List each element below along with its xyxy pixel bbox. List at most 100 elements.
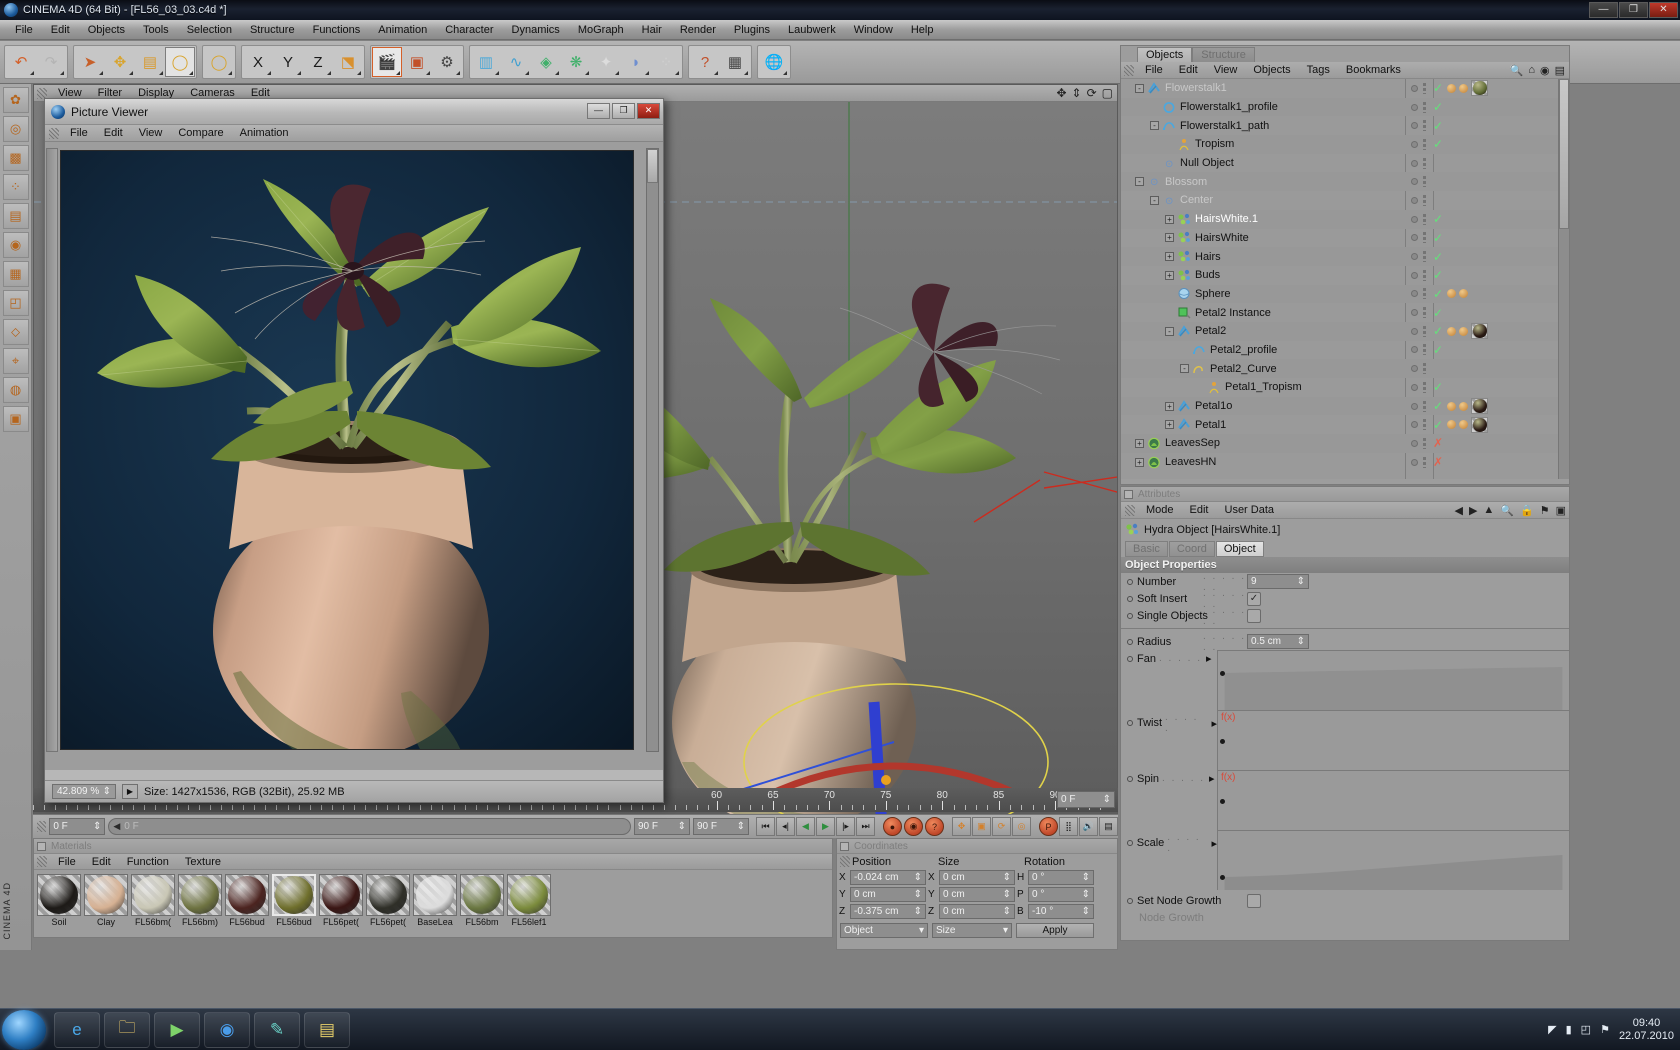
volume-icon[interactable]: ◰ — [1581, 1023, 1591, 1036]
record-icon[interactable]: ● — [883, 817, 902, 836]
timeline-frame-field[interactable]: 0 F ⇕ — [1057, 791, 1115, 808]
material-tag-icon[interactable] — [1471, 398, 1488, 415]
tag-icon[interactable] — [1447, 83, 1456, 93]
viewport-nav-icons[interactable]: ✥ ⇕ ⟳ ▢ — [1056, 86, 1113, 100]
taskbar-media-player-icon[interactable]: ▶ — [154, 1011, 200, 1048]
object-tree-row[interactable]: - Flowerstalk1 ✓ — [1121, 79, 1569, 98]
minimize-button[interactable]: — — [1589, 2, 1618, 18]
tree-expander[interactable]: - — [1150, 121, 1159, 131]
rotation-field[interactable]: 0 ° ⇕ — [1028, 870, 1094, 885]
editor-visibility-dot[interactable] — [1411, 271, 1418, 279]
close-button[interactable]: ✕ — [1649, 2, 1678, 18]
tree-expander[interactable]: - — [1165, 326, 1174, 336]
visibility-dots[interactable] — [1411, 251, 1426, 263]
menu-structure[interactable]: Structure — [241, 21, 304, 39]
visibility-dots[interactable] — [1411, 381, 1426, 393]
materials-grid[interactable]: Soil Clay FL56bm(FL56bm) FL56bud FL56bud FL56… — [34, 870, 832, 931]
menu-mograph[interactable]: MoGraph — [569, 21, 633, 39]
keyframe-selection-icon[interactable]: ? — [925, 817, 944, 836]
play-forward-icon[interactable]: ▶ — [816, 817, 835, 836]
coordinates-panel-toggle[interactable] — [840, 841, 849, 851]
move-view-icon[interactable]: ✥ — [1056, 86, 1066, 100]
visibility-dots[interactable] — [1411, 400, 1426, 412]
material-swatch[interactable] — [178, 874, 222, 916]
attributes-menu-edit[interactable]: Edit — [1182, 504, 1217, 516]
render-visibility-dot[interactable] — [1423, 437, 1426, 449]
menu-file[interactable]: File — [6, 21, 42, 39]
particles-icon[interactable]: ⁘ — [651, 47, 681, 77]
material-item[interactable]: FL56lef1 — [507, 874, 551, 927]
pan-view-icon[interactable]: ⇕ — [1072, 86, 1082, 100]
rotate-icon[interactable]: ◯ — [165, 47, 195, 77]
attr-tab-coord[interactable]: Coord — [1168, 540, 1215, 557]
search-icon[interactable]: 🔍 — [1510, 64, 1524, 77]
spline-icon[interactable]: ∿ — [501, 47, 531, 77]
flag-icon[interactable]: ⚑ — [1600, 1023, 1610, 1036]
show-desktop-icon[interactable]: ◤ — [1548, 1023, 1556, 1036]
object-tree-row[interactable]: - Flowerstalk1_path ✓ — [1121, 116, 1569, 135]
property-checkbox[interactable] — [1247, 608, 1261, 623]
material-item[interactable]: FL56bud — [272, 874, 316, 927]
rotate-view-icon[interactable]: ⟳ — [1087, 86, 1097, 100]
tree-expander[interactable]: + — [1165, 233, 1174, 243]
visibility-dots[interactable] — [1411, 157, 1426, 169]
menu-objects[interactable]: Objects — [79, 21, 134, 39]
picture-viewer-zoom-field[interactable]: 42.809 % ⇕ — [52, 784, 116, 799]
object-tree-scrollbar[interactable] — [1558, 79, 1569, 479]
coord-mode-object[interactable]: Object ▾ — [840, 923, 928, 938]
om-menu-file[interactable]: File — [1137, 64, 1171, 76]
nurbs-icon[interactable]: ◈ — [531, 47, 561, 77]
animation-mode-icon[interactable]: ◉ — [2, 232, 29, 258]
visibility-dots[interactable] — [1411, 437, 1426, 449]
material-item[interactable]: BaseLea — [413, 874, 457, 927]
tag-icon[interactable] — [1447, 420, 1456, 430]
menu-dynamics[interactable]: Dynamics — [503, 21, 569, 39]
tree-expander[interactable]: + — [1165, 401, 1174, 411]
object-tree-row[interactable]: ⊙ Null Object — [1121, 154, 1569, 173]
apply-button[interactable]: Apply — [1016, 923, 1094, 938]
visibility-dots[interactable] — [1411, 176, 1426, 188]
enabled-check-icon[interactable]: ✓ — [1433, 306, 1443, 320]
editor-visibility-dot[interactable] — [1411, 309, 1418, 317]
render-visibility-dot[interactable] — [1423, 157, 1426, 169]
layout-icon[interactable]: ▤ — [1555, 64, 1565, 77]
render-view-icon[interactable]: 🎬 — [372, 47, 402, 77]
menu-laubwerk[interactable]: Laubwerk — [779, 21, 845, 39]
render-visibility-dot[interactable] — [1423, 232, 1426, 244]
enabled-check-icon[interactable]: ✓ — [1433, 250, 1443, 264]
visibility-dots[interactable] — [1411, 288, 1426, 300]
go-to-start-icon[interactable]: ⏮ — [756, 817, 775, 836]
enabled-check-icon[interactable]: ✓ — [1433, 81, 1443, 95]
picture-viewer-window[interactable]: Picture Viewer — ❐ ✕ File Edit View Compare… — [44, 98, 664, 803]
tree-expander[interactable]: + — [1165, 214, 1174, 224]
tag-icon[interactable] — [1459, 401, 1468, 411]
axis-x-icon[interactable]: X — [243, 47, 273, 77]
menu-edit[interactable]: Edit — [42, 21, 79, 39]
position-field[interactable]: 0 cm ⇕ — [850, 887, 926, 902]
object-tree-row[interactable]: + Petal1 ✓ — [1121, 415, 1569, 434]
visibility-dots[interactable] — [1411, 363, 1426, 375]
attr-tab-basic[interactable]: Basic — [1125, 540, 1168, 557]
pv-menu-edit[interactable]: Edit — [96, 127, 131, 139]
disabled-cross-icon[interactable]: ✗ — [1433, 436, 1443, 450]
frame-range-field[interactable]: 90 F ⇕ — [634, 818, 690, 835]
visibility-dots[interactable] — [1411, 232, 1426, 244]
menu-render[interactable]: Render — [671, 21, 725, 39]
size-field[interactable]: 0 cm ⇕ — [939, 887, 1015, 902]
enabled-check-icon[interactable]: ✓ — [1433, 119, 1443, 133]
attr-tab-object[interactable]: Object — [1215, 540, 1264, 557]
tree-expander[interactable]: + — [1165, 270, 1174, 280]
viewport-drag-handle[interactable] — [37, 87, 47, 99]
object-tree-row[interactable]: + Hairs ✓ — [1121, 247, 1569, 266]
tree-expander[interactable]: + — [1165, 252, 1174, 262]
laubwerk-icon[interactable]: ✿ — [2, 87, 29, 113]
editor-visibility-dot[interactable] — [1411, 215, 1418, 223]
object-tree-row[interactable]: Tropism ✓ — [1121, 135, 1569, 154]
step-forward-icon[interactable]: |▸ — [836, 817, 855, 836]
taskbar-clock[interactable]: 09:40 22.07.2010 — [1619, 1017, 1674, 1043]
back-arrow-icon[interactable]: ◀ — [1454, 504, 1462, 517]
material-item[interactable]: FL56bm) — [178, 874, 222, 927]
menu-hair[interactable]: Hair — [633, 21, 671, 39]
curve-knot[interactable] — [1220, 739, 1225, 744]
forward-arrow-icon[interactable]: ▶ — [1469, 504, 1477, 517]
